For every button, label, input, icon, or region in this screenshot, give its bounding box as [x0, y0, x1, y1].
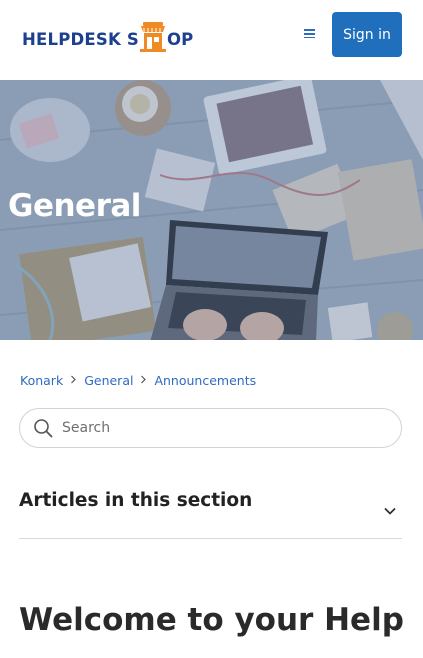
articles-section-title: Articles in this section [19, 490, 253, 511]
search-icon [34, 419, 53, 438]
chevron-right-icon [140, 375, 147, 387]
welcome-heading: Welcome to your Help [19, 602, 404, 638]
sign-in-button[interactable]: Sign in [332, 12, 402, 57]
articles-section-toggle[interactable]: Articles in this section [19, 490, 402, 539]
breadcrumb-item-announcements[interactable]: Announcements [154, 373, 256, 388]
page-title: General [8, 188, 141, 224]
hero-banner: General [0, 80, 423, 340]
breadcrumb-item-general[interactable]: General [84, 373, 133, 388]
logo-text-left: HELPDESK S [22, 30, 139, 49]
chevron-down-icon [384, 508, 396, 515]
logo[interactable]: HELPDESK S OP [22, 18, 193, 52]
breadcrumb-item-konark[interactable]: Konark [20, 373, 63, 388]
menu-icon[interactable] [303, 27, 321, 43]
logo-text-right: OP [166, 30, 194, 49]
store-icon [139, 20, 166, 52]
search-input[interactable] [62, 420, 362, 436]
breadcrumb: Konark General Announcements [20, 373, 256, 388]
search-box [19, 408, 402, 448]
chevron-right-icon [70, 375, 77, 387]
site-header: HELPDESK S OP Sign in [0, 0, 423, 80]
